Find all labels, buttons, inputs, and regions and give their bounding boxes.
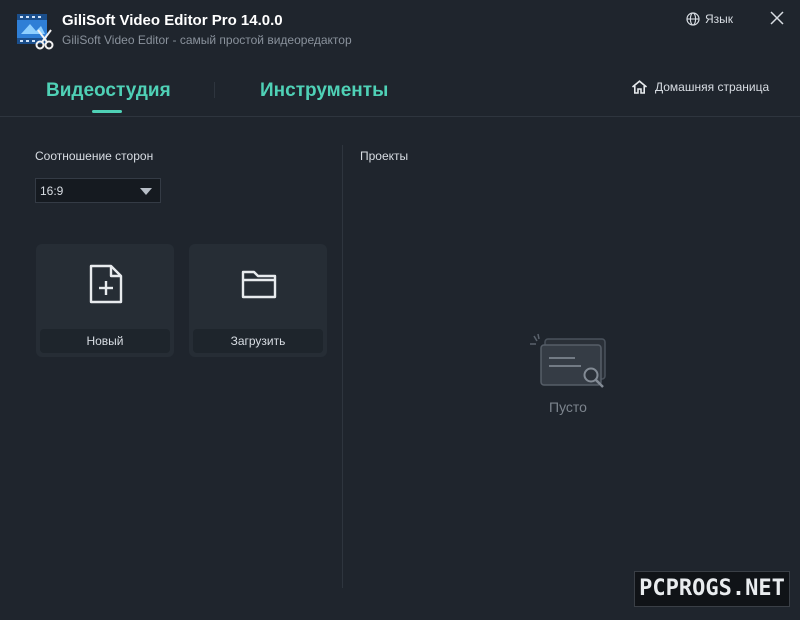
home-page-label: Домашняя страница <box>655 80 770 94</box>
watermark: PCPROGS.NET <box>634 571 790 607</box>
globe-icon <box>686 12 700 26</box>
close-icon[interactable] <box>768 9 786 27</box>
empty-document-search-icon <box>530 333 606 388</box>
empty-state-text: Пусто <box>549 399 587 415</box>
home-icon <box>631 80 648 94</box>
projects-label: Проекты <box>360 149 409 163</box>
new-file-icon <box>89 264 123 304</box>
title-bar: GiliSoft Video Editor Pro 14.0.0 GiliSof… <box>0 0 800 62</box>
chevron-down-icon <box>140 188 152 195</box>
tab-video-studio[interactable]: Видеостудия <box>46 80 171 102</box>
tab-divider <box>214 82 215 98</box>
new-project-label: Новый <box>40 329 170 353</box>
app-subtitle: GiliSoft Video Editor - самый простой ви… <box>62 33 352 47</box>
new-project-button[interactable]: Новый <box>36 244 174 357</box>
film-scissors-icon <box>17 14 54 50</box>
tab-bar: Видеостудия Инструменты Домашняя страниц… <box>0 62 800 117</box>
app-title: GiliSoft Video Editor Pro 14.0.0 <box>62 12 283 29</box>
panel-divider <box>342 145 343 588</box>
load-project-label: Загрузить <box>193 329 323 353</box>
aspect-ratio-select[interactable]: 16:9 <box>35 178 161 203</box>
home-page-link[interactable]: Домашняя страница <box>631 80 769 94</box>
aspect-ratio-label: Соотношение сторон <box>35 149 154 163</box>
language-label: Язык <box>705 12 734 26</box>
language-button[interactable]: Язык <box>686 10 733 28</box>
tab-tools[interactable]: Инструменты <box>260 80 388 102</box>
aspect-ratio-value: 16:9 <box>40 184 64 198</box>
active-tab-indicator <box>92 110 122 113</box>
load-project-button[interactable]: Загрузить <box>189 244 327 357</box>
folder-icon <box>241 270 277 299</box>
